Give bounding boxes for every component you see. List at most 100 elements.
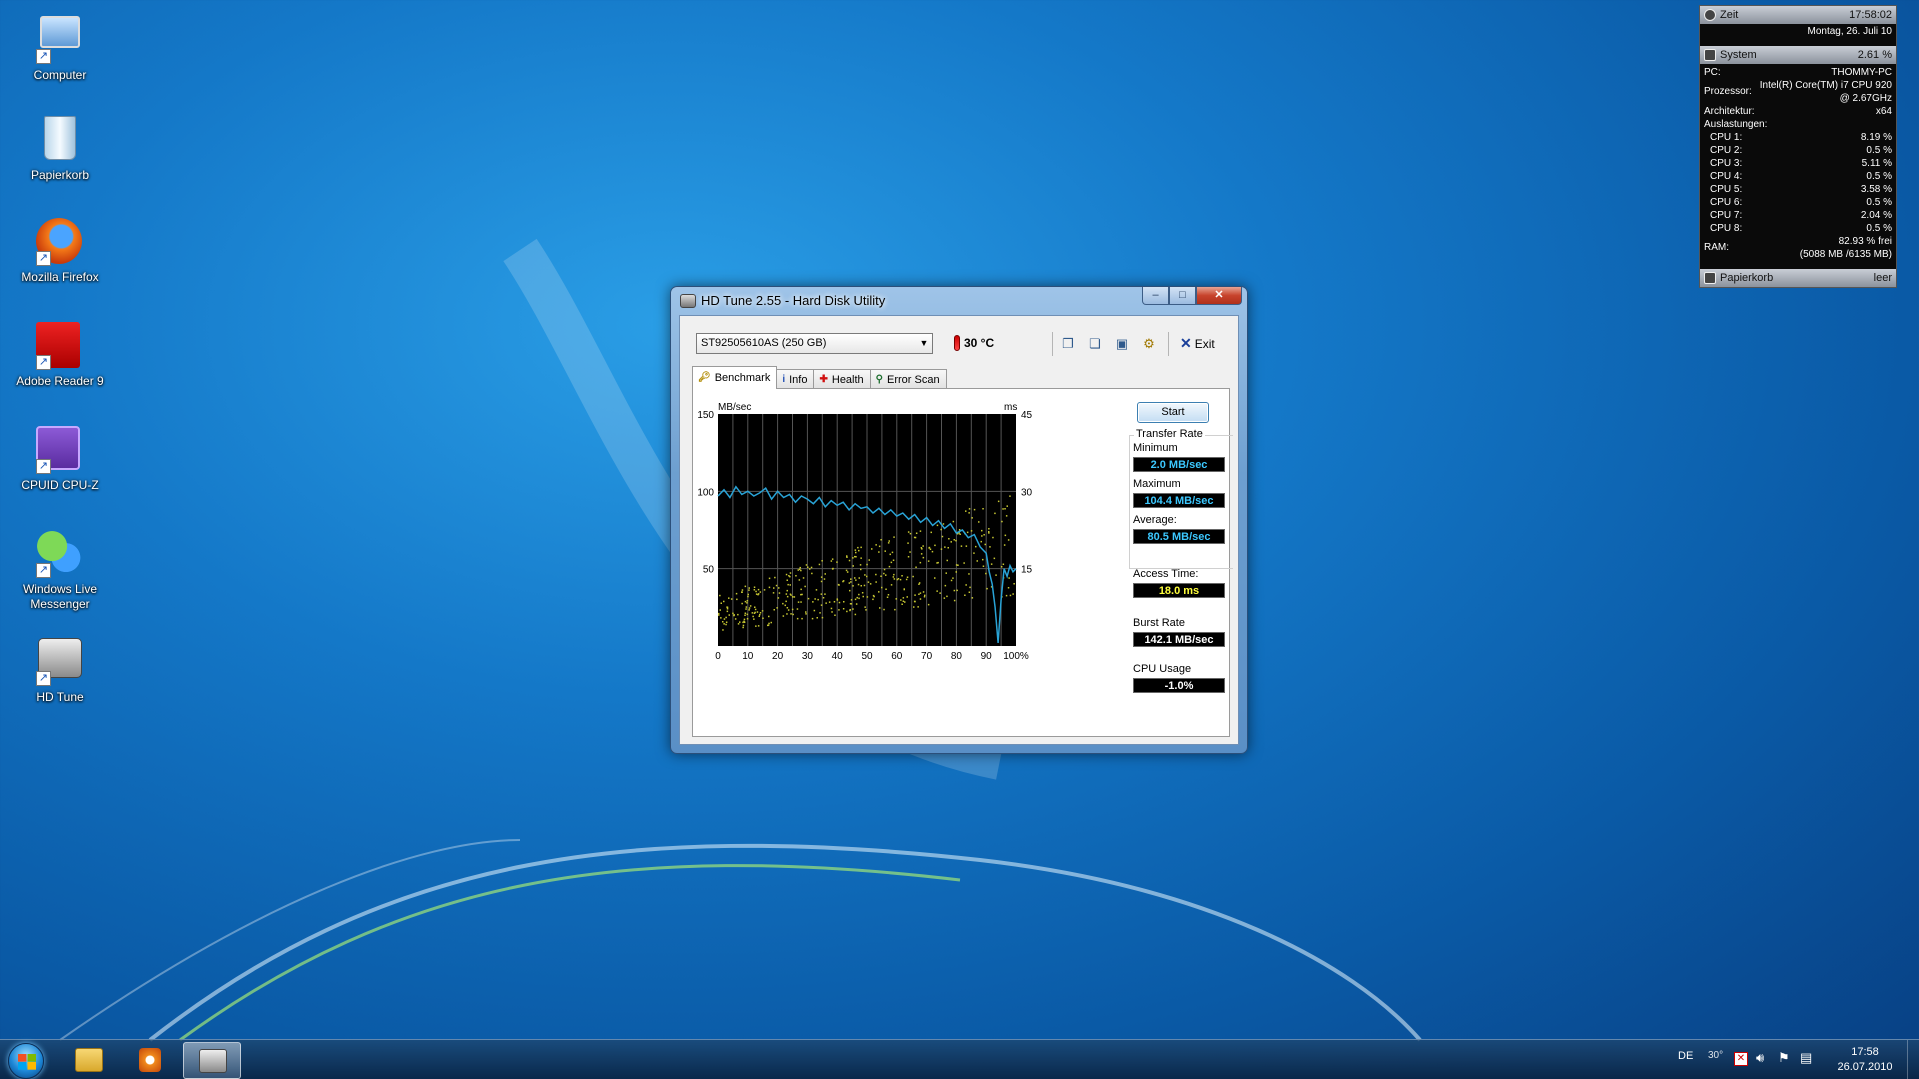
access-time-point	[992, 536, 994, 539]
ram-free: 82.93 % frei	[1838, 236, 1892, 247]
access-time-point	[802, 577, 805, 579]
y-right-tick-label: 45	[1021, 410, 1033, 421]
clock-title: Zeit	[1720, 9, 1739, 21]
tab-benchmark[interactable]: 🔑︎ Benchmark	[692, 366, 778, 389]
core-value: 2.04 %	[1860, 210, 1892, 221]
options-icon[interactable]: ⚙	[1139, 334, 1159, 354]
exit-button[interactable]: ✕ Exit	[1180, 335, 1215, 352]
access-time-point	[986, 587, 988, 590]
maximize-button[interactable]: □	[1169, 287, 1196, 305]
desktop-icon[interactable]: ↗ CPUID CPU-Z	[10, 426, 110, 493]
clock-gadget-header[interactable]: Zeit 17:58:02	[1700, 6, 1896, 24]
access-time-point	[833, 601, 836, 603]
access-time-point	[846, 571, 849, 573]
pc-value: THOMMY-PC	[1831, 67, 1892, 78]
taskbar-hdtune[interactable]	[183, 1042, 241, 1079]
network-icon[interactable]: ▤	[1800, 1050, 1812, 1066]
volume-icon[interactable]: 🔊︎	[1756, 1050, 1764, 1066]
chevron-down-icon: ▼	[919, 338, 929, 348]
arch-value: x64	[1875, 106, 1892, 117]
access-time-point	[787, 609, 790, 611]
core-row: CPU 5: 3.58 %	[1700, 183, 1896, 196]
access-time-point	[952, 577, 954, 579]
tab-error-scan[interactable]: ⚲ Error Scan	[869, 369, 947, 389]
access-time-point	[825, 602, 827, 604]
access-time-point	[855, 556, 857, 558]
taskbar-explorer[interactable]	[60, 1042, 118, 1079]
access-time-point	[875, 544, 877, 546]
average-value: 80.5 MB/sec	[1133, 529, 1225, 544]
access-time-point	[845, 569, 848, 572]
recycle-bin-icon	[1704, 272, 1716, 284]
folder-icon	[75, 1048, 103, 1072]
access-time-point	[965, 545, 968, 547]
access-time-point	[804, 585, 806, 588]
access-time-point	[1005, 515, 1008, 517]
access-time-point	[814, 598, 816, 600]
access-time-point	[741, 602, 743, 605]
y-right-tick-label: 15	[1021, 565, 1033, 576]
start-button[interactable]: Start	[1137, 402, 1209, 423]
taskbar-media-player[interactable]	[120, 1042, 178, 1079]
system-gadget-header[interactable]: System 2.61 %	[1700, 46, 1896, 64]
desktop-icon[interactable]: ↗ Mozilla Firefox	[10, 218, 110, 285]
save-icon[interactable]: ▣	[1112, 334, 1132, 354]
drive-select[interactable]: ST92505610AS (250 GB) ▼	[696, 333, 933, 354]
access-time-point	[947, 547, 949, 549]
access-time-point	[728, 614, 730, 616]
access-time-point	[912, 575, 914, 578]
close-button[interactable]: ✕	[1196, 287, 1242, 305]
start-button[interactable]	[8, 1043, 44, 1079]
access-time-point	[907, 542, 909, 544]
firefox-icon: ↗	[36, 218, 84, 266]
language-indicator[interactable]: DE	[1678, 1050, 1693, 1062]
desktop-icon[interactable]: Papierkorb	[10, 114, 110, 183]
access-time-point	[720, 617, 722, 619]
minimize-button[interactable]: –	[1142, 287, 1169, 305]
access-time-point	[980, 540, 982, 543]
access-time-point	[852, 585, 854, 587]
access-time-point	[927, 603, 930, 606]
recycle-gadget-header[interactable]: Papierkorb leer	[1700, 269, 1896, 287]
access-time-point	[792, 613, 794, 616]
tab-health[interactable]: ✚ Health	[813, 369, 871, 389]
desktop-icon[interactable]: ↗ HD Tune	[10, 634, 110, 705]
x-tick-label: 10	[742, 651, 754, 662]
maximum-value: 104.4 MB/sec	[1133, 493, 1225, 508]
flag-icon[interactable]: ⚑	[1778, 1050, 1790, 1066]
access-time-point	[784, 604, 786, 607]
desktop-icon[interactable]: ↗ Windows Live Messenger	[10, 530, 110, 612]
access-time-point	[955, 564, 958, 566]
access-time-point	[902, 597, 905, 599]
access-time-point	[812, 601, 814, 603]
access-time-point	[995, 574, 997, 576]
desktop-icon[interactable]: ↗ Computer	[10, 10, 110, 83]
y-left-tick-label: 50	[703, 565, 715, 576]
access-time-point	[880, 539, 882, 541]
access-time-point	[748, 609, 750, 611]
access-time-point	[823, 578, 826, 580]
access-time-point	[994, 512, 996, 515]
access-time-point	[975, 545, 977, 548]
access-time-point	[742, 621, 744, 624]
desktop-icon[interactable]: ↗ Adobe Reader 9	[10, 322, 110, 389]
access-time-point	[836, 599, 839, 601]
copy-text-icon[interactable]: ❐	[1058, 334, 1078, 354]
access-time-point	[919, 561, 922, 564]
copy-screenshot-icon[interactable]: ❏	[1085, 334, 1105, 354]
taskbar-clock[interactable]: 17:58 26.07.2010	[1820, 1045, 1910, 1075]
core-value: 0.5 %	[1866, 197, 1892, 208]
access-time-point	[944, 584, 947, 587]
access-time-point	[922, 591, 925, 593]
cpu-usage-value: -1.0%	[1133, 678, 1225, 693]
tray-temperature[interactable]: 30°	[1708, 1050, 1723, 1061]
action-center-icon[interactable]: ✕	[1734, 1052, 1748, 1066]
access-time-point	[1009, 594, 1012, 597]
access-time-point	[820, 604, 823, 606]
show-desktop-button[interactable]	[1907, 1040, 1919, 1079]
core-row: CPU 2: 0.5 %	[1700, 144, 1896, 157]
access-time-point	[754, 606, 756, 608]
access-time-point	[891, 551, 894, 554]
access-time-point	[743, 621, 746, 623]
tab-info[interactable]: i Info	[776, 369, 815, 389]
